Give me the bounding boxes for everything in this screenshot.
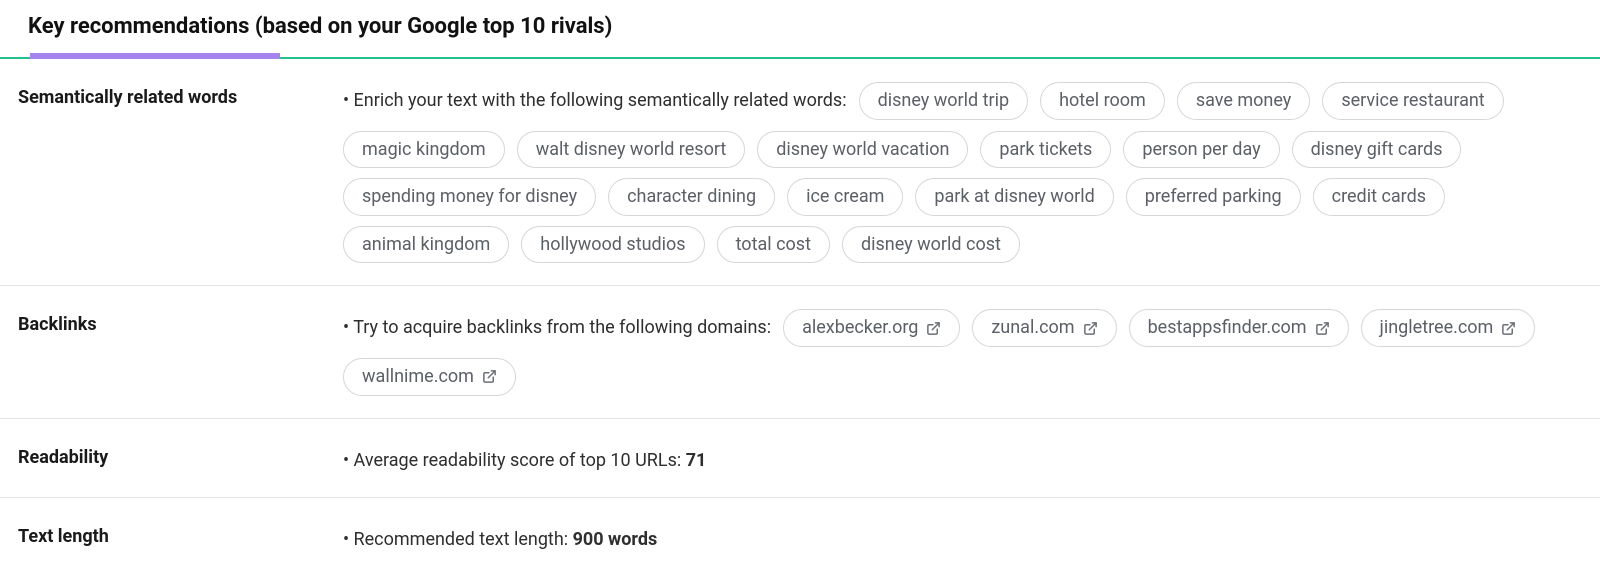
semantic-word-chip[interactable]: disney world vacation [757,131,968,169]
row-semantic-words: Semantically related words • Enrich your… [0,59,1600,286]
semantic-word-chip[interactable]: disney world trip [859,82,1029,120]
semantic-word-chip[interactable]: total cost [717,226,830,264]
accent-underline [30,53,280,59]
external-link-icon [1083,321,1098,336]
semantic-word-chip[interactable]: person per day [1123,131,1279,169]
backlink-domain-label: zunal.com [991,317,1074,339]
row-backlinks: Backlinks • Try to acquire backlinks fro… [0,286,1600,418]
semantic-word-chip[interactable]: park tickets [980,131,1111,169]
row-label-semantic: Semantically related words [18,81,343,108]
semantic-word-chip[interactable]: hotel room [1040,82,1165,120]
backlink-domain-label: wallnime.com [362,366,474,388]
backlinks-line: • Try to acquire backlinks from the foll… [343,308,1600,395]
row-label-textlength: Text length [18,520,343,547]
semantic-word-chip[interactable]: disney gift cards [1292,131,1462,169]
backlink-domain-chip[interactable]: alexbecker.org [783,309,960,347]
semantic-word-chip[interactable]: character dining [608,178,775,216]
semantic-word-chip[interactable]: preferred parking [1126,178,1301,216]
semantic-lead: • Enrich your text with the following se… [343,81,847,121]
textlength-text: • Recommended text length: 900 words [343,526,657,555]
backlinks-lead: • Try to acquire backlinks from the foll… [343,308,771,348]
semantic-word-chip[interactable]: save money [1177,82,1311,120]
semantic-word-chip[interactable]: disney world cost [842,226,1020,264]
backlink-domain-chip[interactable]: jingletree.com [1361,309,1536,347]
row-label-readability: Readability [18,441,343,468]
row-text-length: Text length • Recommended text length: 9… [0,498,1600,577]
backlink-domain-label: jingletree.com [1380,317,1494,339]
textlength-line: • Recommended text length: 900 words [343,520,1600,555]
external-link-icon [1315,321,1330,336]
backlink-domain-label: alexbecker.org [802,317,918,339]
semantic-word-chip[interactable]: credit cards [1313,178,1445,216]
backlink-domain-chip[interactable]: zunal.com [972,309,1116,347]
row-readability: Readability • Average readability score … [0,419,1600,499]
readability-line: • Average readability score of top 10 UR… [343,441,1600,476]
backlink-domain-label: bestappsfinder.com [1148,317,1307,339]
semantic-word-chip[interactable]: hollywood studios [521,226,704,264]
row-label-backlinks: Backlinks [18,308,343,335]
semantic-word-chip[interactable]: magic kingdom [343,131,505,169]
semantic-word-chip[interactable]: walt disney world resort [517,131,746,169]
section-title: Key recommendations (based on your Googl… [28,14,1572,51]
external-link-icon [926,321,941,336]
textlength-value: 900 words [573,529,658,550]
semantic-word-chip[interactable]: service restaurant [1322,82,1503,120]
readability-text: • Average readability score of top 10 UR… [343,447,706,476]
backlink-domain-chip[interactable]: wallnime.com [343,358,516,396]
semantic-words-line: • Enrich your text with the following se… [343,81,1600,263]
readability-value: 71 [686,450,707,471]
external-link-icon [1501,321,1516,336]
external-link-icon [482,369,497,384]
backlink-domain-chip[interactable]: bestappsfinder.com [1129,309,1349,347]
semantic-word-chip[interactable]: spending money for disney [343,178,596,216]
semantic-word-chip[interactable]: animal kingdom [343,226,509,264]
semantic-word-chip[interactable]: park at disney world [915,178,1113,216]
recommendations-header: Key recommendations (based on your Googl… [0,0,1600,59]
semantic-word-chip[interactable]: ice cream [787,178,903,216]
